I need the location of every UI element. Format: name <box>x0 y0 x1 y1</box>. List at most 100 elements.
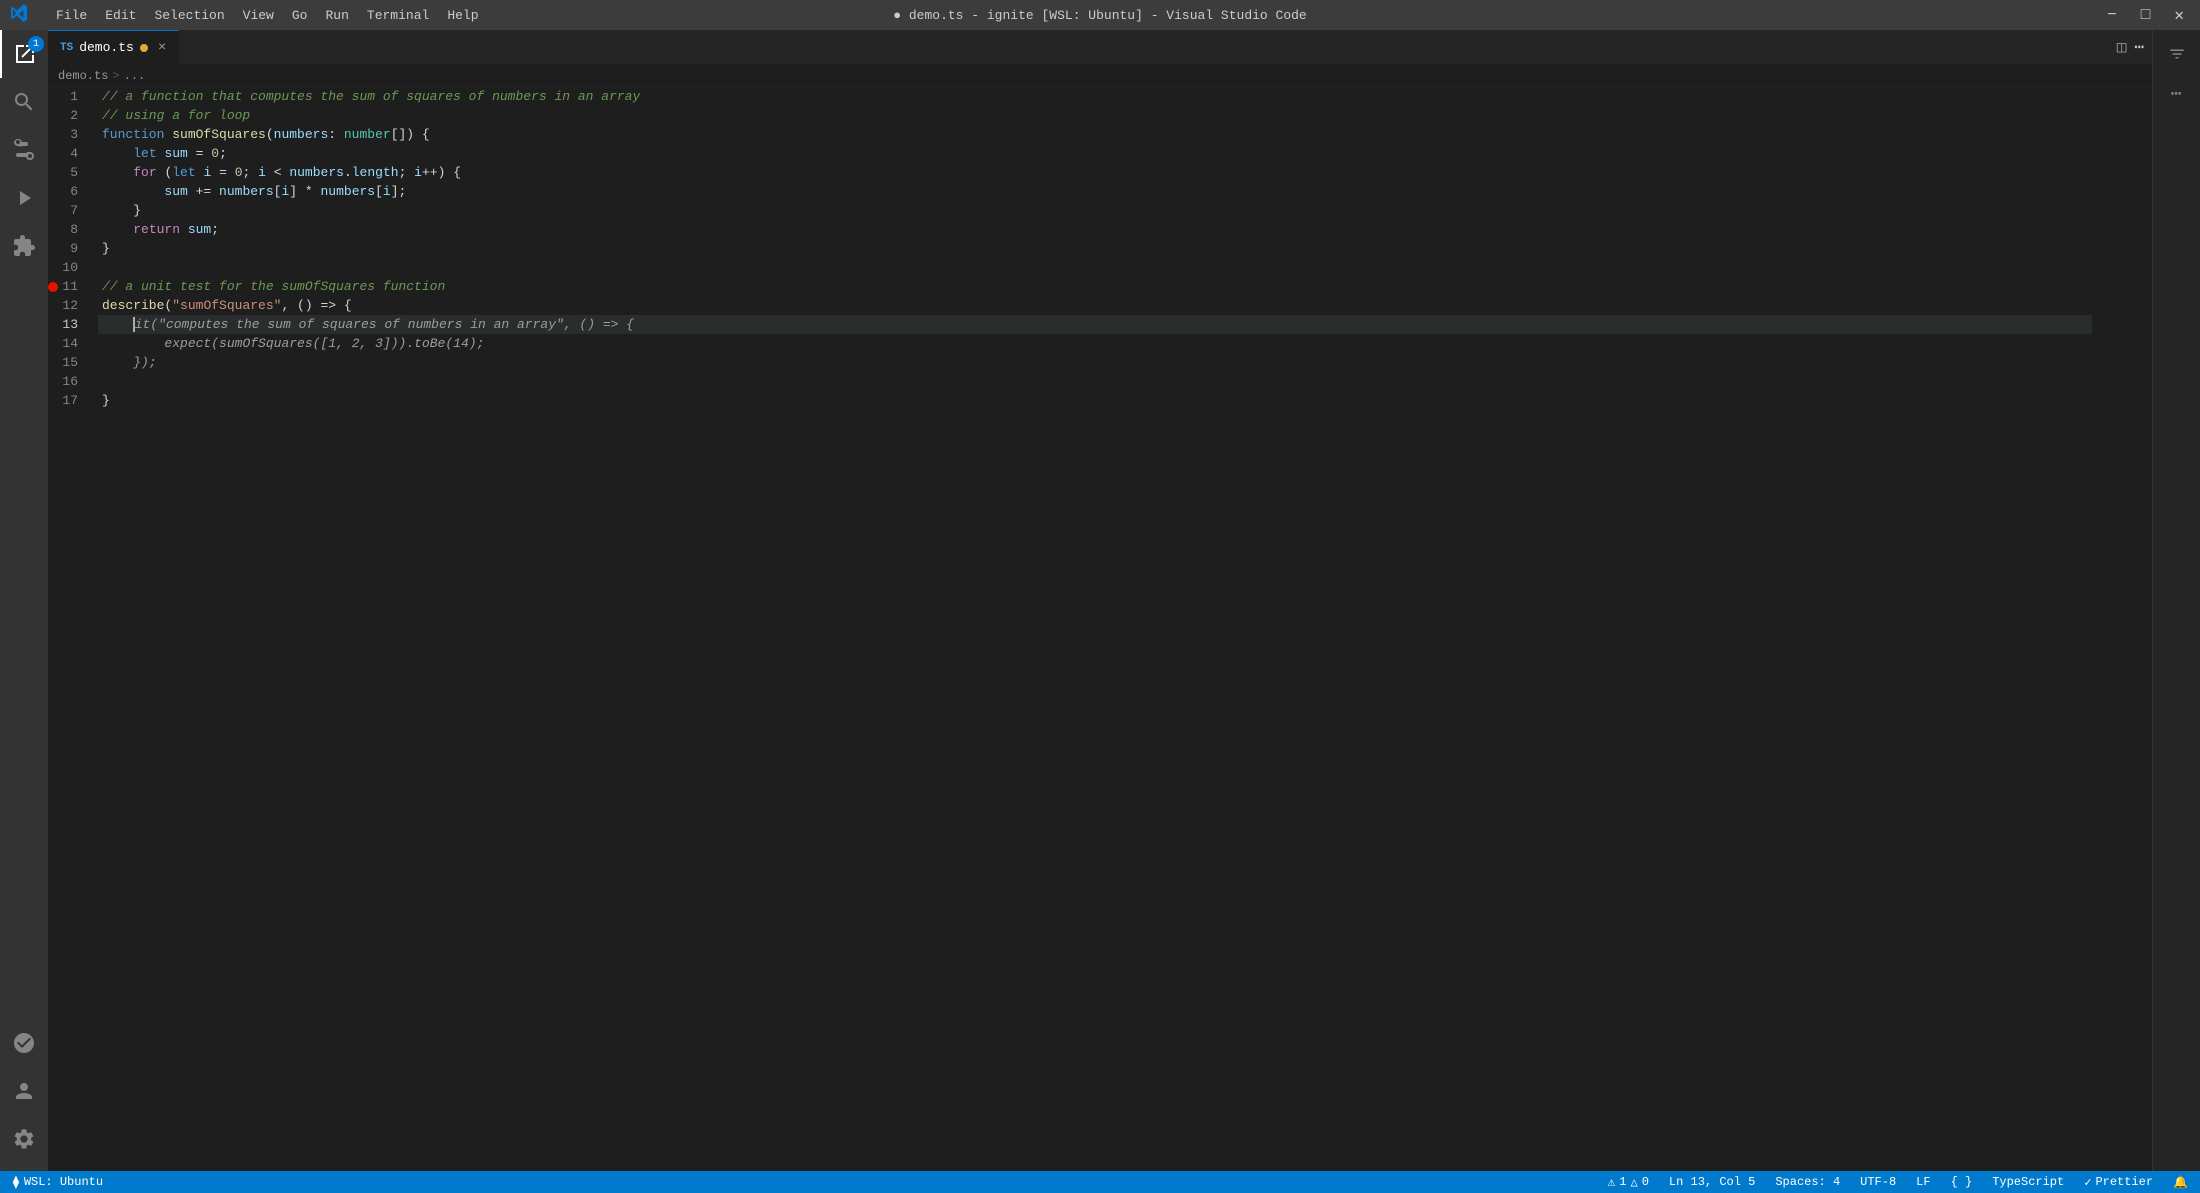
line-ending-label: LF <box>1916 1175 1930 1189</box>
window-controls: − □ ✕ <box>2101 3 2190 27</box>
line-num-10: 10 <box>48 258 90 277</box>
breadcrumb-sep-1: > <box>112 69 119 83</box>
tab-bar: TS demo.ts × ◫ ⋯ <box>48 30 2152 65</box>
status-braces[interactable]: { } <box>1947 1175 1977 1189</box>
menu-selection[interactable]: Selection <box>146 6 232 25</box>
activity-explorer[interactable]: 1 <box>0 30 48 78</box>
menu-edit[interactable]: Edit <box>97 6 144 25</box>
breadcrumb: demo.ts > ... <box>48 65 2152 87</box>
code-editor[interactable]: 1 2 3 4 5 6 7 8 9 10 11 12 13 14 15 16 1… <box>48 87 2152 1171</box>
tab-close-button[interactable]: × <box>158 40 166 56</box>
code-content[interactable]: // a function that computes the sum of s… <box>98 87 2092 1171</box>
remote-icon: ⧫ <box>12 1175 20 1190</box>
activity-bar-bottom <box>0 1019 48 1171</box>
breakpoint-indicator <box>48 282 58 292</box>
vscode-logo <box>10 4 28 26</box>
status-position[interactable]: Ln 13, Col 5 <box>1665 1175 1759 1189</box>
activity-run-debug[interactable] <box>0 174 48 222</box>
activity-search[interactable] <box>0 78 48 126</box>
main-layout: 1 <box>0 30 2200 1171</box>
code-line-1: // a function that computes the sum of s… <box>98 87 2092 106</box>
menu-file[interactable]: File <box>48 6 95 25</box>
code-line-10 <box>98 258 2092 277</box>
minimap-area <box>2092 87 2152 1171</box>
title-bar-center: ● demo.ts - ignite [WSL: Ubuntu] - Visua… <box>893 8 1306 23</box>
line-num-8: 8 <box>48 220 90 239</box>
encoding-label: UTF-8 <box>1860 1175 1896 1189</box>
tab-language-prefix: TS <box>60 42 73 54</box>
status-bar-right: ⚠ 1 △ 0 Ln 13, Col 5 Spaces: 4 UTF-8 LF … <box>1603 1175 2192 1190</box>
status-bar-left: ⧫ WSL: Ubuntu <box>8 1175 107 1190</box>
line-num-2: 2 <box>48 106 90 125</box>
breadcrumb-file[interactable]: demo.ts <box>58 69 108 83</box>
status-remote[interactable]: ⧫ WSL: Ubuntu <box>8 1175 107 1190</box>
line-num-11: 11 <box>48 277 90 296</box>
code-line-5: for (let i = 0; i < numbers.length; i++)… <box>98 163 2092 182</box>
split-editor-button[interactable]: ◫ <box>2117 37 2127 57</box>
close-button[interactable]: ✕ <box>2168 3 2190 27</box>
cursor-position: Ln 13, Col 5 <box>1669 1175 1755 1189</box>
title-bar-menu: File Edit Selection View Go Run Terminal… <box>48 6 487 25</box>
status-notifications[interactable]: 🔔 <box>2169 1175 2192 1190</box>
more-actions-right-button[interactable]: ⋯ <box>2161 78 2193 110</box>
more-actions-button[interactable]: ⋯ <box>2134 37 2144 57</box>
code-line-16 <box>98 372 2092 391</box>
status-line-ending[interactable]: LF <box>1912 1175 1934 1189</box>
split-editor-right-button[interactable] <box>2161 38 2193 70</box>
activity-bar-top: 1 <box>0 30 48 270</box>
status-prettier[interactable]: ✓ Prettier <box>2080 1175 2157 1190</box>
restore-button[interactable]: □ <box>2135 4 2157 26</box>
menu-run[interactable]: Run <box>317 6 356 25</box>
code-line-14: expect(sumOfSquares([1, 2, 3])).toBe(14)… <box>98 334 2092 353</box>
code-line-7: } <box>98 201 2092 220</box>
tab-demo-ts[interactable]: TS demo.ts × <box>48 30 179 64</box>
line-num-3: 3 <box>48 125 90 144</box>
warning-count: 0 <box>1642 1175 1649 1189</box>
line-num-13: 13 <box>48 315 90 334</box>
code-line-17: } <box>98 391 2092 410</box>
code-line-13: it("computes the sum of squares of numbe… <box>98 315 2092 334</box>
line-num-1: 1 <box>48 87 90 106</box>
activity-account[interactable] <box>0 1067 48 1115</box>
code-line-3: function sumOfSquares(numbers: number[])… <box>98 125 2092 144</box>
code-line-4: let sum = 0; <box>98 144 2092 163</box>
editor-area: TS demo.ts × ◫ ⋯ demo.ts > ... 1 2 3 4 5 <box>48 30 2152 1171</box>
code-line-12: describe("sumOfSquares", () => { <box>98 296 2092 315</box>
prettier-label: Prettier <box>2095 1175 2153 1189</box>
tab-filename: demo.ts <box>79 40 134 55</box>
status-errors[interactable]: ⚠ 1 △ 0 <box>1603 1175 1652 1190</box>
title-bar-right: − □ ✕ <box>2101 3 2190 27</box>
menu-help[interactable]: Help <box>439 6 486 25</box>
line-num-12: 12 <box>48 296 90 315</box>
code-line-2: // using a for loop <box>98 106 2092 125</box>
activity-settings[interactable] <box>0 1115 48 1163</box>
menu-view[interactable]: View <box>235 6 282 25</box>
right-panel: ⋯ <box>2152 30 2200 1171</box>
activity-source-control[interactable] <box>0 126 48 174</box>
breadcrumb-rest[interactable]: ... <box>124 69 146 83</box>
error-icon: ⚠ <box>1607 1175 1615 1190</box>
status-spaces[interactable]: Spaces: 4 <box>1771 1175 1844 1189</box>
tab-modified-indicator <box>140 44 148 52</box>
code-line-11: // a unit test for the sumOfSquares func… <box>98 277 2092 296</box>
scrollbar-track[interactable] <box>2142 87 2152 1171</box>
status-encoding[interactable]: UTF-8 <box>1856 1175 1900 1189</box>
line-numbers: 1 2 3 4 5 6 7 8 9 10 11 12 13 14 15 16 1… <box>48 87 98 1171</box>
code-line-6: sum += numbers[i] * numbers[i]; <box>98 182 2092 201</box>
line-num-15: 15 <box>48 353 90 372</box>
line-num-17: 17 <box>48 391 90 410</box>
activity-bar: 1 <box>0 30 48 1171</box>
line-num-5: 5 <box>48 163 90 182</box>
status-remote-label: WSL: Ubuntu <box>24 1175 103 1189</box>
status-language[interactable]: TypeScript <box>1988 1175 2068 1189</box>
menu-go[interactable]: Go <box>284 6 316 25</box>
minimize-button[interactable]: − <box>2101 5 2123 25</box>
status-bar: ⧫ WSL: Ubuntu ⚠ 1 △ 0 Ln 13, Col 5 Space… <box>0 1171 2200 1193</box>
line-num-14: 14 <box>48 334 90 353</box>
menu-terminal[interactable]: Terminal <box>359 6 437 25</box>
activity-remote[interactable] <box>0 1019 48 1067</box>
activity-extensions[interactable] <box>0 222 48 270</box>
window-title: ● demo.ts - ignite [WSL: Ubuntu] - Visua… <box>893 8 1306 23</box>
title-bar: File Edit Selection View Go Run Terminal… <box>0 0 2200 30</box>
braces-icon: { } <box>1951 1175 1973 1189</box>
